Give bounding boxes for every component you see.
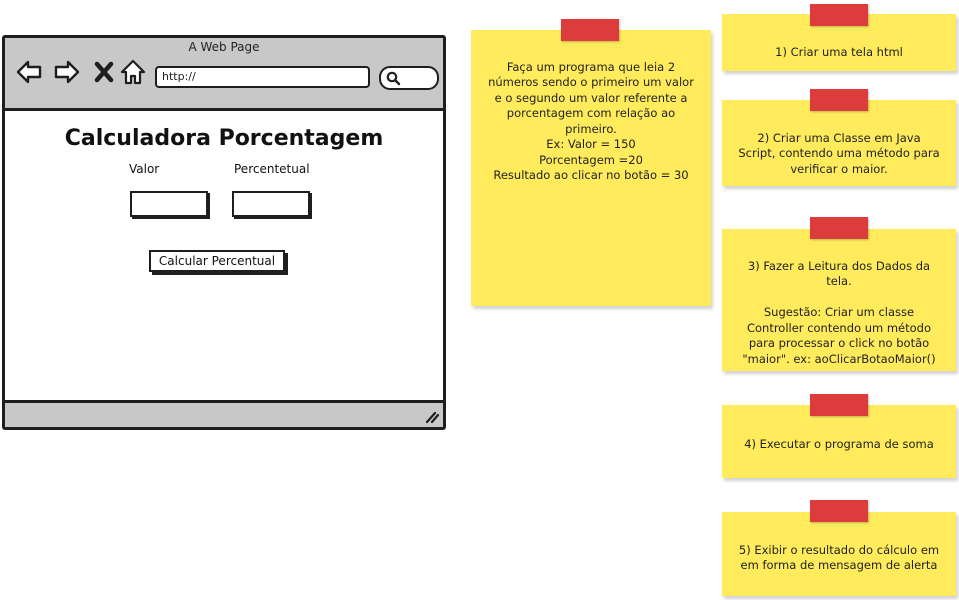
url-input[interactable]: http://: [155, 66, 370, 88]
search-field[interactable]: [379, 66, 439, 90]
tape-step5: [810, 500, 868, 522]
forward-arrow-icon[interactable]: [53, 58, 81, 86]
tape-step4: [810, 394, 868, 416]
note-step4-text: 4) Executar o programa de soma: [744, 436, 934, 451]
window-title: A Web Page: [188, 40, 260, 54]
valor-input[interactable]: [130, 191, 208, 217]
sticky-note-step5: 5) Exibir o resultado do cálculo em em f…: [722, 512, 956, 596]
percentual-input[interactable]: [232, 191, 310, 217]
note-step1-text: 1) Criar uma tela html: [775, 44, 903, 59]
close-icon[interactable]: [91, 58, 119, 86]
note-step3-text: 3) Fazer a Leitura dos Dados da tela. Su…: [742, 258, 936, 366]
note-step2-text: 2) Criar uma Classe em Java Script, cont…: [738, 130, 940, 176]
calcular-percentual-button[interactable]: Calcular Percentual: [149, 250, 285, 272]
resize-grip-icon[interactable]: [423, 410, 439, 424]
tape-main: [561, 19, 619, 41]
percentual-label: Percentetual: [234, 162, 310, 176]
tape-step3: [810, 217, 868, 239]
sticky-note-main: Faça um programa que leia 2 números send…: [471, 30, 711, 306]
note-step5-text: 5) Exibir o resultado do cálculo em em f…: [738, 542, 940, 573]
sticky-note-step3: 3) Fazer a Leitura dos Dados da tela. Su…: [722, 229, 956, 371]
home-icon[interactable]: [119, 58, 147, 86]
browser-titlebar: A Web Page http://: [5, 38, 443, 111]
sticky-note-step2: 2) Criar uma Classe em Java Script, cont…: [722, 100, 956, 186]
browser-statusbar: [5, 400, 443, 427]
page-title: Calculadora Porcentagem: [64, 126, 384, 151]
back-arrow-icon[interactable]: [15, 58, 43, 86]
browser-window: A Web Page http:// Calculadora Porcentag…: [2, 35, 446, 430]
valor-label: Valor: [129, 162, 160, 176]
note-main-text: Faça um programa que leia 2 números send…: [488, 59, 694, 183]
search-icon: [386, 71, 401, 86]
tape-step1: [810, 4, 868, 26]
tape-step2: [810, 89, 868, 111]
